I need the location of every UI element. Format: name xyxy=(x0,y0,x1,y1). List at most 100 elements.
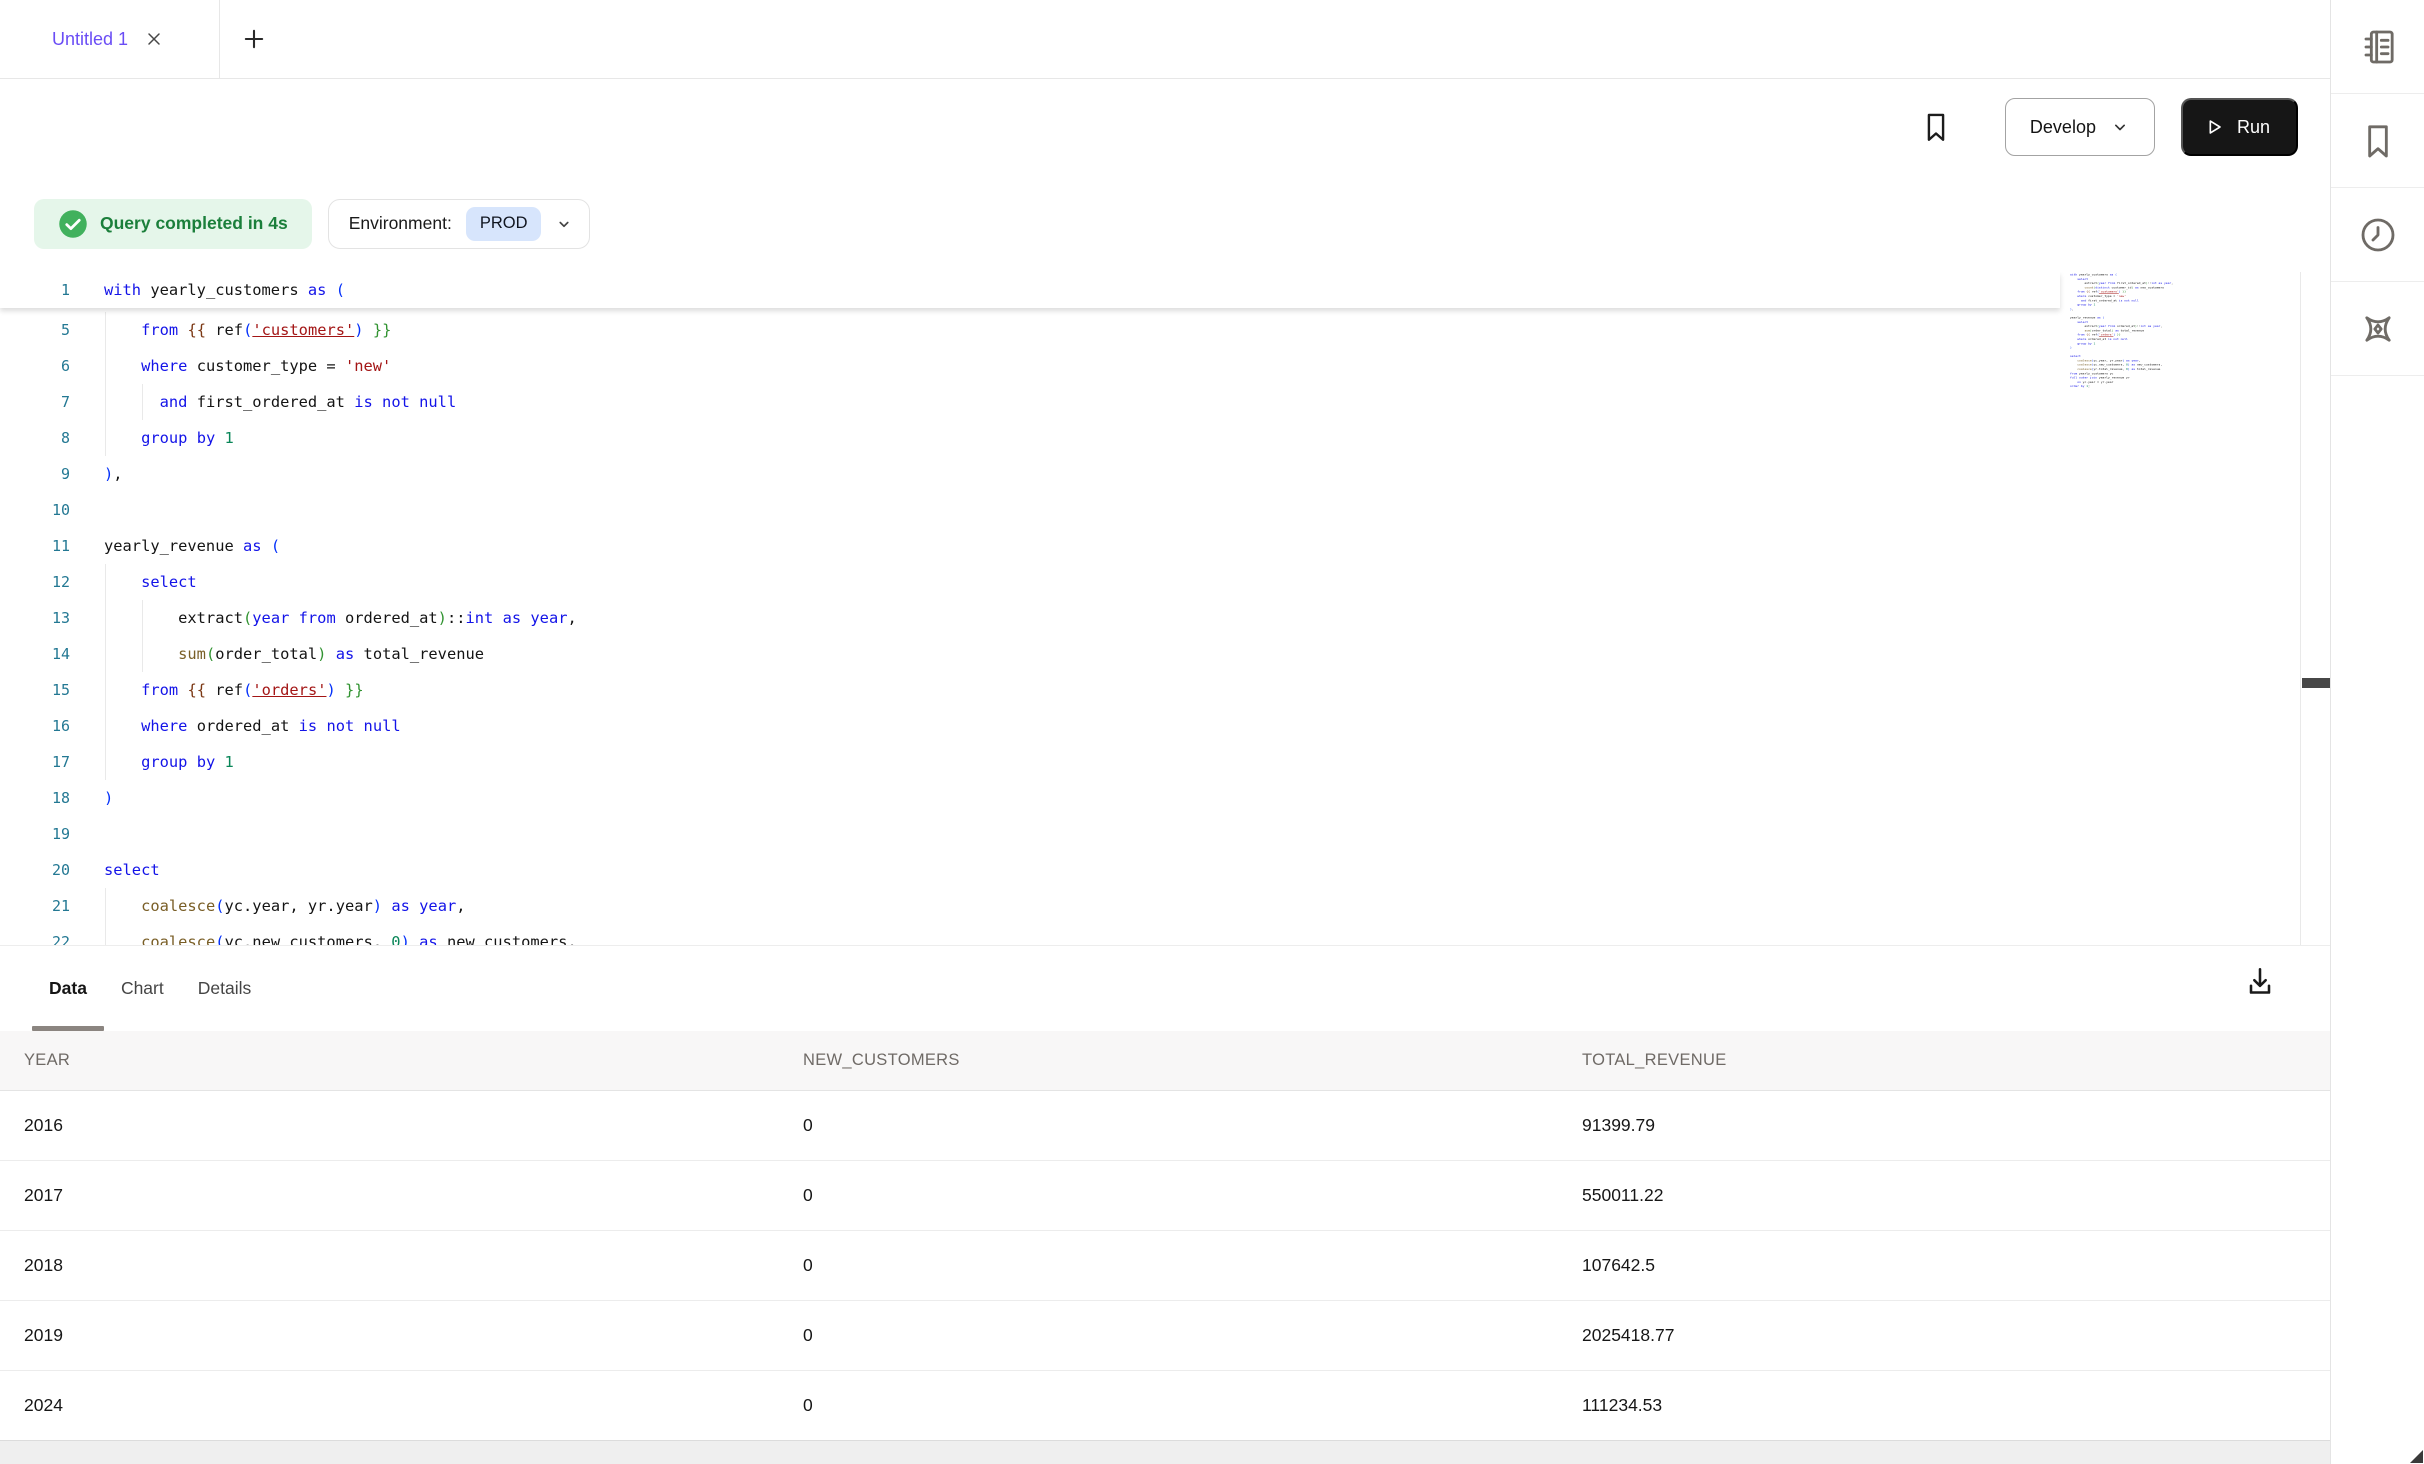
line-number: 17 xyxy=(0,753,70,771)
code-line-9[interactable]: 9), xyxy=(0,456,2300,492)
table-header: YEARNEW_CUSTOMERSTOTAL_REVENUE xyxy=(0,1031,2330,1091)
sidebar-button-bookmark-icon[interactable] xyxy=(2331,94,2424,188)
code-line-1[interactable]: 1with yearly_customers as ( xyxy=(0,272,2060,308)
line-number: 14 xyxy=(0,645,70,663)
results-tab-data[interactable]: Data xyxy=(32,946,104,1031)
code-line-22[interactable]: 22 coalesce(yc.new_customers, 0) as new_… xyxy=(0,924,2300,945)
line-number: 15 xyxy=(0,681,70,699)
code-line-14[interactable]: 14 sum(order_total) as total_revenue xyxy=(0,636,2300,672)
table-cell: 2018 xyxy=(24,1255,803,1276)
horizontal-scrollbar[interactable] xyxy=(0,1440,2330,1464)
table-cell: 107642.5 xyxy=(1582,1255,2330,1276)
editor-scrollbar-thumb[interactable] xyxy=(2302,678,2330,688)
query-status-text: Query completed in 4s xyxy=(100,213,288,234)
code-text: extract(year from ordered_at)::int as ye… xyxy=(104,609,577,627)
history-icon xyxy=(2358,215,2398,255)
table-row: 2016091399.79 xyxy=(0,1091,2330,1161)
code-line-10[interactable]: 10 xyxy=(0,492,2300,528)
resize-corner-handle[interactable] xyxy=(2410,1450,2423,1463)
table-cell: 2025418.77 xyxy=(1582,1325,2330,1346)
code-line-18[interactable]: 18) xyxy=(0,780,2300,816)
code-text: ), xyxy=(104,465,123,483)
tab-untitled-1[interactable]: Untitled 1 xyxy=(0,0,220,78)
results-tab-details[interactable]: Details xyxy=(181,946,269,1031)
develop-label: Develop xyxy=(2030,117,2096,138)
code-line-15[interactable]: 15 from {{ ref('orders') }} xyxy=(0,672,2300,708)
new-tab-button[interactable] xyxy=(234,0,274,78)
editor-scrollbar-track[interactable] xyxy=(2300,272,2330,945)
table-cell: 111234.53 xyxy=(1582,1395,2330,1416)
line-number: 5 xyxy=(0,321,70,339)
line-number: 21 xyxy=(0,897,70,915)
code-text: with yearly_customers as ( xyxy=(104,281,345,299)
code-line-20[interactable]: 20 select xyxy=(0,852,2300,888)
sticky-scroll-line[interactable]: 1with yearly_customers as ( xyxy=(0,272,2330,308)
table-body: 2016091399.7920170550011.2220180107642.5… xyxy=(0,1091,2330,1441)
develop-dropdown-button[interactable]: Develop xyxy=(2005,98,2155,156)
line-number: 20 xyxy=(0,861,70,879)
code-lines[interactable]: 5 from {{ ref('customers') }}6 where cus… xyxy=(0,308,2300,945)
bookmark-icon[interactable] xyxy=(1919,110,1953,144)
explore-icon xyxy=(2358,309,2398,349)
table-cell: 2024 xyxy=(24,1395,803,1416)
line-number: 6 xyxy=(0,357,70,375)
results-tabs: DataChartDetails xyxy=(0,946,2330,1031)
table-row: 201902025418.77 xyxy=(0,1301,2330,1371)
column-header: TOTAL_REVENUE xyxy=(1582,1051,2330,1070)
editor-minimap[interactable]: with yearly_customers as ( select extrac… xyxy=(2070,273,2295,413)
close-tab-icon[interactable] xyxy=(144,29,164,49)
column-header: YEAR xyxy=(24,1051,803,1070)
sql-editor[interactable]: 1with yearly_customers as ( 5 from {{ re… xyxy=(0,272,2330,945)
check-circle-icon xyxy=(58,209,88,239)
table-cell: 550011.22 xyxy=(1582,1185,2330,1206)
line-number: 19 xyxy=(0,825,70,843)
code-text: yearly_revenue as ( xyxy=(104,537,280,555)
line-number: 7 xyxy=(0,393,70,411)
download-icon[interactable] xyxy=(2242,964,2278,1000)
code-text: select xyxy=(104,861,160,879)
code-line-19[interactable]: 19 xyxy=(0,816,2300,852)
code-line-8[interactable]: 8 group by 1 xyxy=(0,420,2300,456)
code-line-21[interactable]: 21 coalesce(yc.year, yr.year) as year, xyxy=(0,888,2300,924)
code-text: from {{ ref('customers') }} xyxy=(104,321,391,339)
code-line-11[interactable]: 11 yearly_revenue as ( xyxy=(0,528,2300,564)
notebook-icon xyxy=(2358,27,2398,67)
line-number: 18 xyxy=(0,789,70,807)
table-cell: 2016 xyxy=(24,1115,803,1136)
code-line-12[interactable]: 12 select xyxy=(0,564,2300,600)
sidebar-button-notebook-icon[interactable] xyxy=(2331,0,2424,94)
run-button[interactable]: Run xyxy=(2181,98,2298,156)
line-number: 11 xyxy=(0,537,70,555)
column-header: NEW_CUSTOMERS xyxy=(803,1051,1582,1070)
sidebar-button-history-icon[interactable] xyxy=(2331,188,2424,282)
environment-selector[interactable]: Environment: PROD xyxy=(328,199,591,249)
sidebar-button-explore-icon[interactable] xyxy=(2331,282,2424,376)
code-text: select xyxy=(104,573,197,591)
code-line-5[interactable]: 5 from {{ ref('customers') }} xyxy=(0,312,2300,348)
line-number: 8 xyxy=(0,429,70,447)
minimap-code: with yearly_customers as ( select extrac… xyxy=(2070,273,2295,389)
code-line-7[interactable]: 7 and first_ordered_at is not null xyxy=(0,384,2300,420)
code-line-16[interactable]: 16 where ordered_at is not null xyxy=(0,708,2300,744)
results-tab-chart[interactable]: Chart xyxy=(104,946,181,1031)
environment-label: Environment: xyxy=(349,213,452,234)
code-text: group by 1 xyxy=(104,429,234,447)
table-cell: 0 xyxy=(803,1325,1582,1346)
run-label: Run xyxy=(2237,117,2270,138)
line-number: 10 xyxy=(0,501,70,519)
app-window: Untitled 1 Develop xyxy=(0,0,2424,1464)
code-line-17[interactable]: 17 group by 1 xyxy=(0,744,2300,780)
code-line-6[interactable]: 6 where customer_type = 'new' xyxy=(0,348,2300,384)
right-icon-sidebar xyxy=(2330,0,2424,1464)
bookmark-icon xyxy=(2358,121,2398,161)
code-line-13[interactable]: 13 extract(year from ordered_at)::int as… xyxy=(0,600,2300,636)
code-text: group by 1 xyxy=(104,753,234,771)
code-text: from {{ ref('orders') }} xyxy=(104,681,364,699)
chevron-down-icon xyxy=(2110,117,2130,137)
toolbar: Develop Run xyxy=(0,79,2330,175)
chevron-down-icon xyxy=(555,215,573,233)
play-icon xyxy=(2203,116,2225,138)
table-cell: 91399.79 xyxy=(1582,1115,2330,1136)
code-text: where customer_type = 'new' xyxy=(104,357,391,375)
table-cell: 0 xyxy=(803,1395,1582,1416)
